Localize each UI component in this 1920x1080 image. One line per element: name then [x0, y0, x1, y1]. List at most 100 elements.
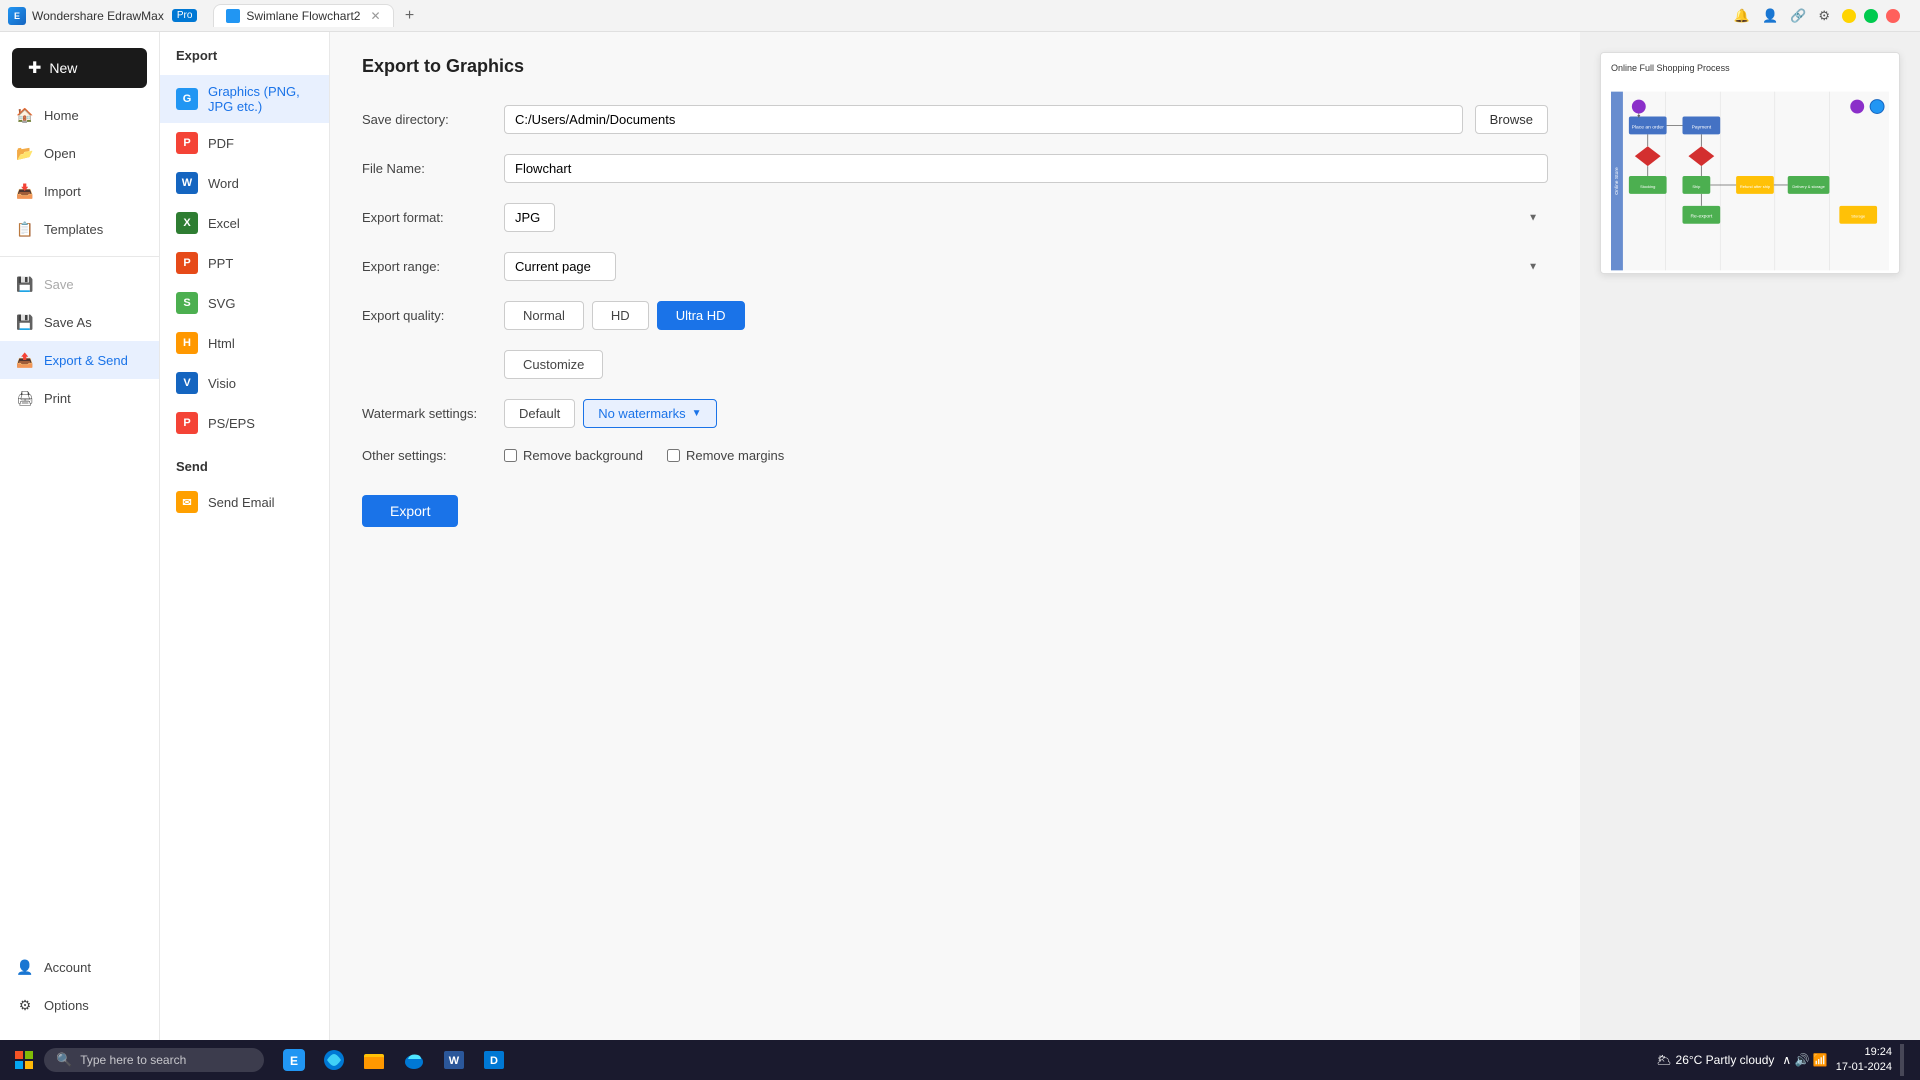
search-placeholder: Type here to search — [80, 1053, 186, 1067]
taskbar-app-browser[interactable] — [316, 1042, 352, 1078]
sidebar-divider-1 — [0, 256, 159, 257]
file-name-row: File Name: — [362, 154, 1548, 183]
customize-button[interactable]: Customize — [504, 350, 603, 379]
checkbox-group: Remove background Remove margins — [504, 448, 784, 463]
import-icon: 📥 — [16, 182, 34, 200]
export-item-html[interactable]: H Html — [160, 323, 329, 363]
settings-icon[interactable]: ⚙ — [1818, 8, 1830, 24]
taskbar-app-edrawmax[interactable]: E — [276, 1042, 312, 1078]
file-name-input[interactable] — [504, 154, 1548, 183]
taskbar-app-fileexplorer[interactable] — [356, 1042, 392, 1078]
export-form: Export to Graphics Save directory: Brows… — [330, 32, 1580, 1040]
export-item-graphics[interactable]: G Graphics (PNG, JPG etc.) — [160, 75, 329, 123]
html-label: Html — [208, 336, 235, 351]
customize-row: Customize — [362, 350, 1548, 379]
export-item-pdf[interactable]: P PDF — [160, 123, 329, 163]
browse-button[interactable]: Browse — [1475, 105, 1548, 134]
watermark-group: Default No watermarks ▼ — [504, 399, 717, 428]
export-item-ppt[interactable]: P PPT — [160, 243, 329, 283]
preview-panel: Online Full Shopping Process Online Stor… — [1580, 32, 1920, 1040]
sidebar-item-account[interactable]: 👤 Account — [0, 948, 159, 986]
remove-margins-item[interactable]: Remove margins — [667, 448, 784, 463]
pseps-icon: P — [176, 412, 198, 434]
sidebar-item-templates[interactable]: 📋 Templates — [0, 210, 159, 248]
export-format-select[interactable]: JPG PNG BMP GIF SVG — [504, 203, 555, 232]
remove-margins-checkbox[interactable] — [667, 449, 680, 462]
sidebar-item-home[interactable]: 🏠 Home — [0, 96, 159, 134]
watermark-no-watermarks[interactable]: No watermarks ▼ — [583, 399, 716, 428]
close-button[interactable] — [1886, 9, 1900, 23]
minimize-button[interactable] — [1842, 9, 1856, 23]
export-range-wrapper: Current page All pages Selected pages — [504, 252, 1548, 281]
time-display: 19:24 — [1836, 1045, 1892, 1060]
export-item-pseps[interactable]: P PS/EPS — [160, 403, 329, 443]
svg-text:Storage: Storage — [1851, 214, 1866, 219]
preview-diagram: Online Full Shopping Process Online Stor… — [1601, 53, 1899, 273]
weather-text: 26°C Partly cloudy — [1676, 1053, 1775, 1067]
watermark-default: Default — [504, 399, 575, 428]
new-tab-button[interactable]: + — [398, 4, 422, 28]
quality-group: Normal HD Ultra HD — [504, 301, 745, 330]
sidebar: ✚ New 🏠 Home 📂 Open 📥 Import 📋 Templates… — [0, 32, 160, 1040]
sidebar-item-save-as[interactable]: 💾 Save As — [0, 303, 159, 341]
ppt-icon: P — [176, 252, 198, 274]
save-as-icon: 💾 — [16, 313, 34, 331]
export-format-panel: Export G Graphics (PNG, JPG etc.) P PDF … — [160, 32, 330, 1040]
sidebar-item-save[interactable]: 💾 Save — [0, 265, 159, 303]
sidebar-bottom: 👤 Account ⚙ Options — [0, 948, 159, 1032]
svg-icon: S — [176, 292, 198, 314]
taskbar-app-word[interactable]: W — [436, 1042, 472, 1078]
taskbar-app-other[interactable]: D — [476, 1042, 512, 1078]
diagram-title: Online Full Shopping Process — [1611, 63, 1889, 73]
sidebar-account-label: Account — [44, 960, 91, 975]
tab-swimlane[interactable]: Swimlane Flowchart2 ✕ — [213, 4, 393, 27]
other-settings-label: Other settings: — [362, 448, 492, 463]
pseps-label: PS/EPS — [208, 416, 255, 431]
plus-icon: ✚ — [28, 58, 41, 78]
export-item-svg[interactable]: S SVG — [160, 283, 329, 323]
quality-hd-button[interactable]: HD — [592, 301, 649, 330]
remove-background-checkbox[interactable] — [504, 449, 517, 462]
sidebar-save-label: Save — [44, 277, 74, 292]
maximize-button[interactable] — [1864, 9, 1878, 23]
sidebar-item-import[interactable]: 📥 Import — [0, 172, 159, 210]
export-range-row: Export range: Current page All pages Sel… — [362, 252, 1548, 281]
save-icon: 💾 — [16, 275, 34, 293]
export-send-icon: 📤 — [16, 351, 34, 369]
start-button[interactable] — [8, 1044, 40, 1076]
remove-background-item[interactable]: Remove background — [504, 448, 643, 463]
quality-ultra-hd-button[interactable]: Ultra HD — [657, 301, 745, 330]
export-item-send-email[interactable]: ✉ Send Email — [160, 482, 329, 522]
system-tray: ∧ 🔊 📶 — [1782, 1053, 1827, 1067]
export-range-select[interactable]: Current page All pages Selected pages — [504, 252, 616, 281]
sidebar-item-open[interactable]: 📂 Open — [0, 134, 159, 172]
export-button-row: Export — [362, 483, 1548, 527]
export-item-visio[interactable]: V Visio — [160, 363, 329, 403]
export-button[interactable]: Export — [362, 495, 458, 527]
save-directory-input[interactable] — [504, 105, 1463, 134]
sidebar-item-options[interactable]: ⚙ Options — [0, 986, 159, 1024]
taskbar-search[interactable]: 🔍 Type here to search — [44, 1048, 264, 1072]
sidebar-export-label: Export & Send — [44, 353, 128, 368]
profile-icon[interactable]: 👤 — [1762, 8, 1778, 24]
excel-label: Excel — [208, 216, 240, 231]
send-section-title: Send — [160, 443, 329, 482]
svg-text:W: W — [449, 1055, 460, 1067]
svg-text:Refund after ship: Refund after ship — [1740, 184, 1771, 189]
sidebar-open-label: Open — [44, 146, 76, 161]
sidebar-item-print[interactable]: 🖨 Print — [0, 379, 159, 417]
export-item-excel[interactable]: X Excel — [160, 203, 329, 243]
notification-icon[interactable]: 🔔 — [1734, 8, 1750, 24]
preview-card: Online Full Shopping Process Online Stor… — [1600, 52, 1900, 274]
quality-normal-button[interactable]: Normal — [504, 301, 584, 330]
sidebar-item-export-send[interactable]: 📤 Export & Send — [0, 341, 159, 379]
show-desktop-button[interactable] — [1900, 1044, 1904, 1076]
export-item-word[interactable]: W Word — [160, 163, 329, 203]
svg-label: SVG — [208, 296, 235, 311]
tab-close-icon[interactable]: ✕ — [370, 9, 380, 23]
export-section-title: Export — [160, 48, 329, 75]
taskbar-app-edge[interactable] — [396, 1042, 432, 1078]
new-button[interactable]: ✚ New — [12, 48, 147, 88]
share-icon[interactable]: 🔗 — [1790, 8, 1806, 24]
svg-text:E: E — [290, 1054, 298, 1068]
